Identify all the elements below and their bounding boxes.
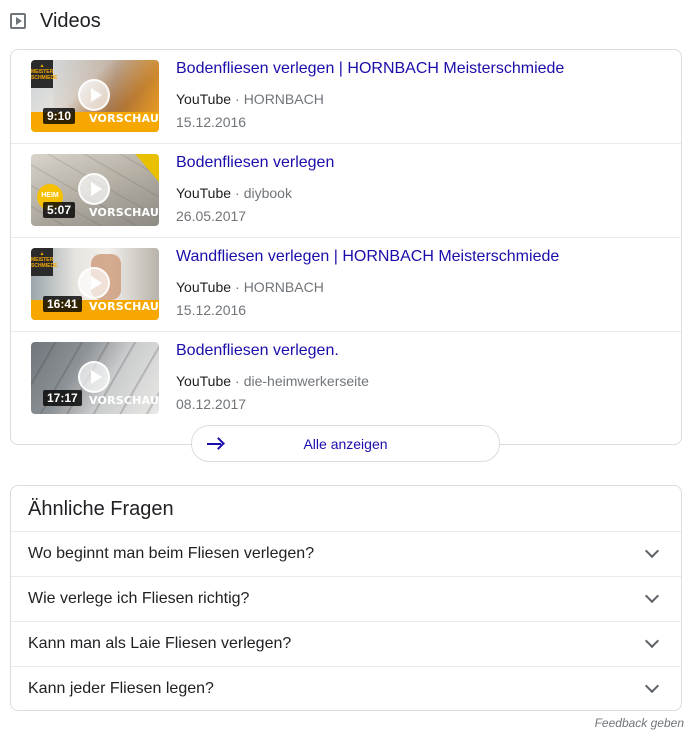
video-meta: YouTube · die-heimwerkerseite bbox=[176, 373, 369, 389]
related-question[interactable]: Kann man als Laie Fliesen verlegen? bbox=[11, 621, 681, 666]
video-channel: HORNBACH bbox=[243, 279, 324, 295]
video-thumbnail[interactable]: ▲ MEISTER SCHMIEDE 9:10 VORSCHAU bbox=[31, 60, 159, 132]
video-meta: YouTube · diybook bbox=[176, 185, 292, 201]
preview-label: VORSCHAU bbox=[89, 206, 159, 219]
meta-separator: · bbox=[235, 373, 240, 389]
videos-card: ▲ MEISTER SCHMIEDE 9:10 VORSCHAU Bodenflie… bbox=[10, 49, 682, 445]
videos-section-header: Videos bbox=[10, 8, 101, 34]
video-title-link[interactable]: Bodenfliesen verlegen. bbox=[176, 342, 339, 360]
video-result[interactable]: 17:17 VORSCHAU Bodenfliesen verlegen. Yo… bbox=[11, 332, 681, 426]
play-icon bbox=[78, 173, 110, 205]
chevron-down-icon[interactable] bbox=[644, 543, 660, 559]
question-text: Wie verlege ich Fliesen richtig? bbox=[28, 590, 250, 607]
meta-separator: · bbox=[235, 185, 240, 201]
video-source: YouTube bbox=[176, 185, 232, 201]
related-question[interactable]: Kann jeder Fliesen legen? bbox=[11, 666, 681, 711]
video-title-link[interactable]: Bodenfliesen verlegen bbox=[176, 154, 334, 172]
arrow-right-icon bbox=[206, 435, 224, 453]
video-thumbnail[interactable]: ▲ MEISTER SCHMIEDE 16:41 VORSCHAU bbox=[31, 248, 159, 320]
video-channel: diybook bbox=[243, 185, 292, 201]
videos-section-title: Videos bbox=[40, 9, 101, 32]
video-thumbnail[interactable]: HEIM 5:07 VORSCHAU bbox=[31, 154, 159, 226]
play-icon bbox=[78, 361, 110, 393]
video-title-link[interactable]: Bodenfliesen verlegen | HORNBACH Meister… bbox=[176, 60, 564, 78]
video-source: YouTube bbox=[176, 373, 232, 389]
meta-separator: · bbox=[235, 91, 240, 107]
question-text: Wo beginnt man beim Fliesen verlegen? bbox=[28, 545, 315, 562]
play-icon bbox=[78, 79, 110, 111]
video-date: 15.12.2016 bbox=[176, 114, 247, 130]
video-duration: 9:10 bbox=[43, 108, 76, 124]
related-question[interactable]: Wie verlege ich Fliesen richtig? bbox=[11, 576, 681, 621]
preview-label: VORSCHAU bbox=[89, 300, 159, 313]
video-play-icon bbox=[10, 13, 26, 29]
related-question[interactable]: Wo beginnt man beim Fliesen verlegen? bbox=[11, 531, 681, 576]
video-meta: YouTube · HORNBACH bbox=[176, 279, 324, 295]
related-questions-title: Ähnliche Fragen bbox=[28, 498, 174, 520]
video-duration: 17:17 bbox=[43, 390, 82, 406]
question-text: Kann man als Laie Fliesen verlegen? bbox=[28, 635, 292, 652]
preview-label: VORSCHAU bbox=[89, 112, 159, 125]
video-source: YouTube bbox=[176, 279, 232, 295]
video-result[interactable]: HEIM 5:07 VORSCHAU Bodenfliesen verlegen… bbox=[11, 144, 681, 238]
show-all-videos-button[interactable]: Alle anzeigen bbox=[191, 425, 500, 462]
meisterschmiede-logo: ▲ MEISTER SCHMIEDE bbox=[31, 248, 57, 276]
video-source: YouTube bbox=[176, 91, 232, 107]
video-result[interactable]: ▲ MEISTER SCHMIEDE 16:41 VORSCHAU Wandflie… bbox=[11, 238, 681, 332]
chevron-down-icon[interactable] bbox=[644, 633, 660, 649]
play-icon bbox=[78, 267, 110, 299]
video-channel: HORNBACH bbox=[243, 91, 324, 107]
video-date: 08.12.2017 bbox=[176, 396, 247, 412]
feedback-link[interactable]: Feedback geben bbox=[595, 716, 684, 730]
video-channel: die-heimwerkerseite bbox=[243, 373, 369, 389]
preview-label: VORSCHAU bbox=[89, 394, 159, 407]
related-questions-card: Ähnliche Fragen Wo beginnt man beim Flie… bbox=[10, 485, 682, 711]
meta-separator: · bbox=[235, 279, 240, 295]
video-thumbnail[interactable]: 17:17 VORSCHAU bbox=[31, 342, 159, 414]
video-date: 15.12.2016 bbox=[176, 302, 247, 318]
chevron-down-icon[interactable] bbox=[644, 588, 660, 604]
video-duration: 5:07 bbox=[43, 202, 76, 218]
question-text: Kann jeder Fliesen legen? bbox=[28, 680, 214, 697]
video-date: 26.05.2017 bbox=[176, 208, 247, 224]
video-title-link[interactable]: Wandfliesen verlegen | HORNBACH Meisters… bbox=[176, 248, 559, 266]
chevron-down-icon[interactable] bbox=[644, 678, 660, 694]
video-result[interactable]: ▲ MEISTER SCHMIEDE 9:10 VORSCHAU Bodenflie… bbox=[11, 50, 681, 144]
video-duration: 16:41 bbox=[43, 296, 82, 312]
meisterschmiede-logo: ▲ MEISTER SCHMIEDE bbox=[31, 60, 57, 88]
show-all-label: Alle anzeigen bbox=[303, 435, 388, 452]
video-meta: YouTube · HORNBACH bbox=[176, 91, 324, 107]
